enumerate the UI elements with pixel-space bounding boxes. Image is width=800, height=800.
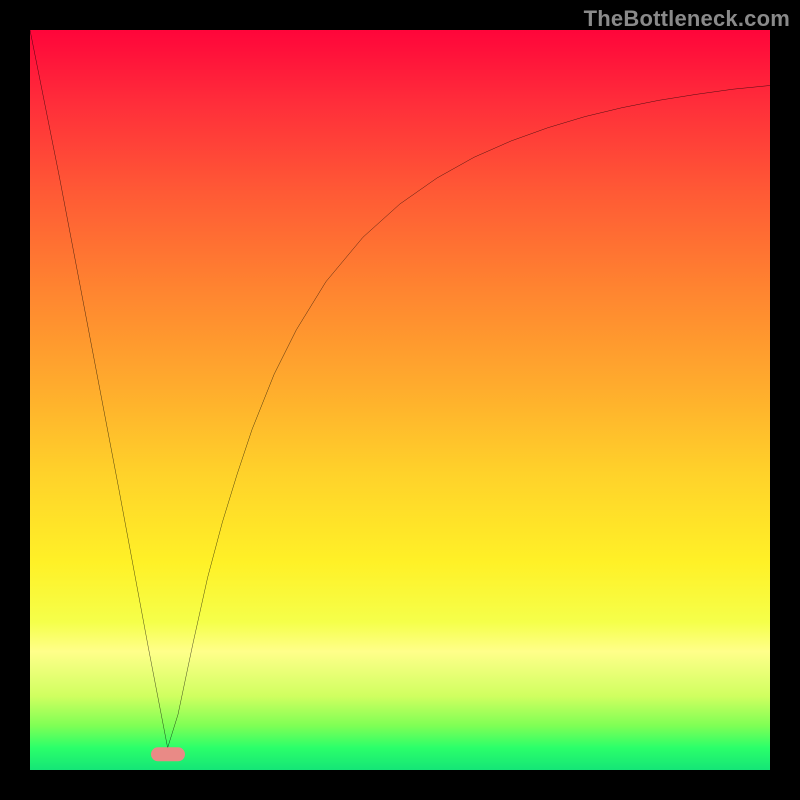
chart-frame: TheBottleneck.com [0, 0, 800, 800]
optimal-point-marker [151, 747, 185, 761]
plot-area [30, 30, 770, 770]
watermark-text: TheBottleneck.com [584, 6, 790, 32]
bottleneck-curve [30, 30, 770, 770]
